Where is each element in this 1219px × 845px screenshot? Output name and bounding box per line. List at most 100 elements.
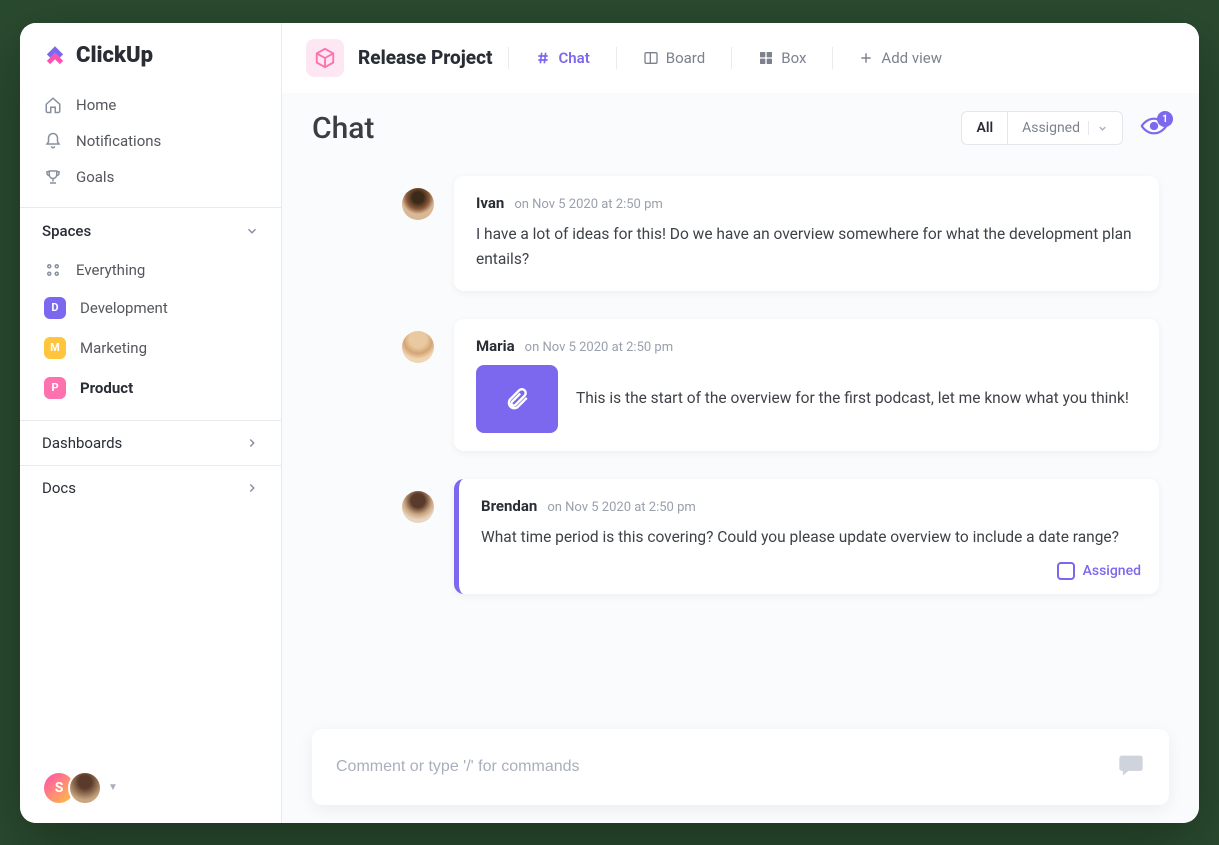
brand-logo[interactable]: ClickUp [20,23,281,83]
pill-label: Assigned [1022,120,1080,136]
divider [1088,121,1089,135]
assigned-tag[interactable]: Assigned [1057,562,1141,580]
message-body: This is the start of the overview for th… [576,386,1129,412]
user-avatar [68,771,102,805]
content: Chat All Assigned 1 [282,93,1199,823]
divider [731,47,732,69]
filter-pill-group: All Assigned [961,111,1123,145]
message-author: Brendan [481,497,537,515]
nav-label: Notifications [76,132,161,150]
space-badge: D [44,297,66,319]
divider [832,47,833,69]
send-button[interactable] [1117,751,1145,783]
checkbox-icon [1057,562,1075,580]
view-tab-board[interactable]: Board [633,43,715,73]
plus-icon [859,51,873,65]
cube-icon [314,47,336,69]
message-timestamp: on Nov 5 2020 at 2:50 pm [547,500,695,515]
brand-name: ClickUp [76,43,153,68]
message-meta: Maria on Nov 5 2020 at 2:50 pm [476,337,1137,355]
nav-label: Home [76,96,116,114]
nav-home[interactable]: Home [20,87,281,123]
pill-label: All [976,120,993,136]
add-view-label: Add view [881,49,942,67]
message-list: Ivan on Nov 5 2020 at 2:50 pm I have a l… [312,170,1169,729]
page-title: Chat [312,111,945,146]
message-author: Maria [476,337,515,355]
comment-input[interactable] [336,758,1117,776]
grid-dots-icon [44,261,62,279]
message-body: I have a lot of ideas for this! Do we ha… [476,222,1137,273]
message-item: Brendan on Nov 5 2020 at 2:50 pm What ti… [402,479,1159,595]
space-badge: M [44,337,66,359]
bell-icon [44,132,62,150]
project-icon[interactable] [306,39,344,77]
nav-notifications[interactable]: Notifications [20,123,281,159]
user-avatar-stack[interactable]: S [42,771,102,805]
sidebar-space-product[interactable]: P Product [20,368,281,408]
message-item: Ivan on Nov 5 2020 at 2:50 pm I have a l… [402,176,1159,291]
sidebar-space-marketing[interactable]: M Marketing [20,328,281,368]
message-body-row: This is the start of the overview for th… [476,365,1137,433]
sidebar-footer: S ▼ [20,753,281,823]
spaces-header-label: Spaces [42,222,91,240]
attachment-thumbnail[interactable] [476,365,558,433]
sidebar-everything[interactable]: Everything [20,252,281,288]
message-item: Maria on Nov 5 2020 at 2:50 pm This is t… [402,319,1159,451]
avatar[interactable] [402,491,434,523]
divider [616,47,617,69]
primary-nav: Home Notifications Goals [20,83,281,207]
tab-label: Box [781,49,806,67]
watchers-count: 1 [1157,111,1173,127]
everything-label: Everything [76,261,145,279]
topbar: Release Project Chat Board Box Add view [282,23,1199,93]
filter-all[interactable]: All [962,112,1007,144]
hash-icon [535,50,551,66]
sidebar-space-development[interactable]: D Development [20,288,281,328]
filter-assigned[interactable]: Assigned [1007,112,1122,144]
spaces-header[interactable]: Spaces [20,207,281,252]
message-timestamp: on Nov 5 2020 at 2:50 pm [514,197,662,212]
avatar[interactable] [402,188,434,220]
content-header: Chat All Assigned 1 [312,111,1169,146]
chevron-down-icon [245,224,259,238]
home-icon [44,96,62,114]
view-tab-box[interactable]: Box [748,43,816,73]
avatar[interactable] [402,331,434,363]
caret-down-icon[interactable]: ▼ [108,782,118,793]
sidebar-dashboards[interactable]: Dashboards [20,420,281,465]
project-title: Release Project [358,46,492,69]
nav-goals[interactable]: Goals [20,159,281,195]
trophy-icon [44,168,62,186]
board-icon [643,50,659,66]
chat-bubble-icon [1117,751,1145,779]
view-tab-chat[interactable]: Chat [525,43,599,73]
section-label: Docs [42,479,76,497]
message-author: Ivan [476,194,504,212]
space-badge: P [44,377,66,399]
sidebar-docs[interactable]: Docs [20,465,281,510]
nav-label: Goals [76,168,114,186]
main: Release Project Chat Board Box Add view [282,23,1199,823]
divider [508,47,509,69]
message-body: What time period is this covering? Could… [481,525,1137,551]
message-card[interactable]: Maria on Nov 5 2020 at 2:50 pm This is t… [454,319,1159,451]
tab-label: Chat [558,49,589,67]
chevron-down-icon [1097,123,1108,134]
paperclip-icon [504,386,530,412]
sidebar: ClickUp Home Notifications Goals Spaces … [20,23,282,823]
chevron-right-icon [245,436,259,450]
message-meta: Brendan on Nov 5 2020 at 2:50 pm [481,497,1137,515]
app-window: ClickUp Home Notifications Goals Spaces … [20,23,1199,823]
assigned-label: Assigned [1083,563,1141,579]
message-card[interactable]: Ivan on Nov 5 2020 at 2:50 pm I have a l… [454,176,1159,291]
message-timestamp: on Nov 5 2020 at 2:50 pm [525,340,673,355]
space-label: Product [80,379,133,397]
clickup-logo-icon [42,43,68,69]
message-card[interactable]: Brendan on Nov 5 2020 at 2:50 pm What ti… [454,479,1159,595]
box-grid-icon [758,50,774,66]
watchers-button[interactable]: 1 [1139,115,1169,141]
add-view-button[interactable]: Add view [849,43,952,73]
space-label: Marketing [80,339,147,357]
tab-label: Board [666,49,705,67]
